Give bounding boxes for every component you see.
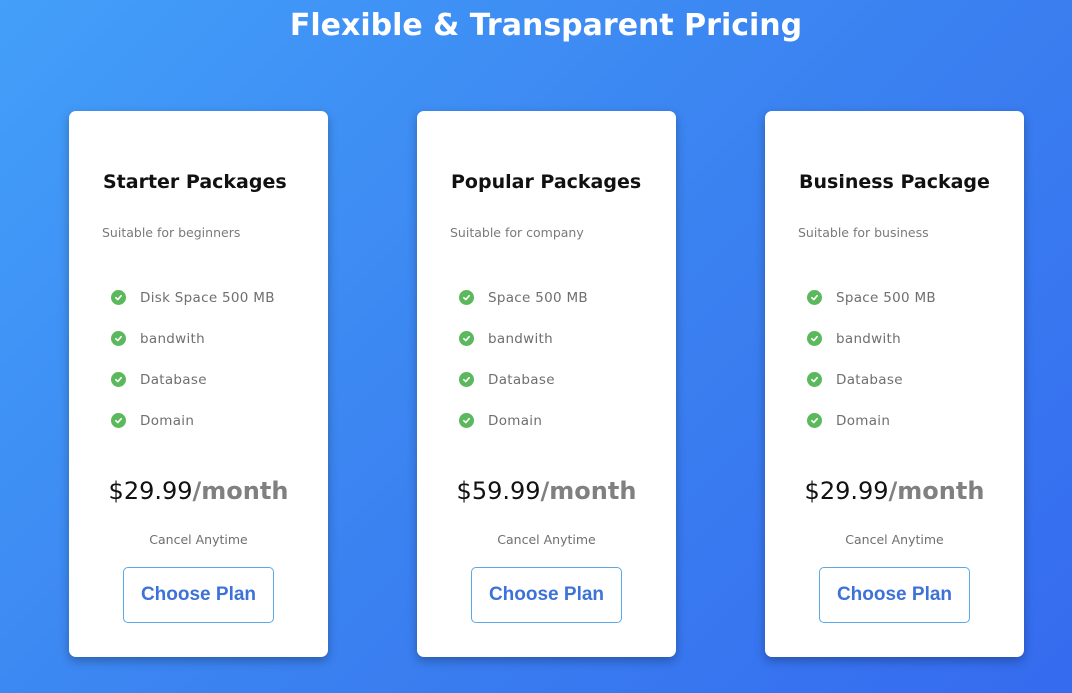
check-circle-icon xyxy=(459,413,474,428)
plan-description: Suitable for beginners xyxy=(102,225,241,240)
check-circle-icon xyxy=(807,413,822,428)
feature-item: bandwith xyxy=(807,318,936,359)
feature-item: Space 500 MB xyxy=(459,277,588,318)
feature-list: Disk Space 500 MB bandwith Database Doma… xyxy=(111,277,275,441)
feature-list: Space 500 MB bandwith Database Domain xyxy=(459,277,588,441)
feature-label: Domain xyxy=(836,412,891,429)
price-amount: $29.99 xyxy=(804,477,889,505)
feature-item: Space 500 MB xyxy=(807,277,936,318)
feature-item: Database xyxy=(807,359,936,400)
choose-plan-button[interactable]: Choose Plan xyxy=(123,567,274,623)
feature-item: bandwith xyxy=(459,318,588,359)
feature-item: bandwith xyxy=(111,318,275,359)
feature-item: Domain xyxy=(807,400,936,441)
price-amount: $29.99 xyxy=(108,477,193,505)
pricing-card-starter: Starter Packages Suitable for beginners … xyxy=(69,111,328,657)
cancel-note: Cancel Anytime xyxy=(845,532,944,547)
feature-item: Disk Space 500 MB xyxy=(111,277,275,318)
feature-label: Domain xyxy=(488,412,543,429)
check-circle-icon xyxy=(807,372,822,387)
feature-label: bandwith xyxy=(488,330,554,347)
check-circle-icon xyxy=(459,331,474,346)
plan-description: Suitable for business xyxy=(798,225,929,240)
pricing-card-popular: Popular Packages Suitable for company Sp… xyxy=(417,111,676,657)
check-circle-icon xyxy=(807,331,822,346)
check-circle-icon xyxy=(111,331,126,346)
feature-label: Space 500 MB xyxy=(836,289,936,306)
feature-item: Domain xyxy=(459,400,588,441)
choose-plan-button[interactable]: Choose Plan xyxy=(819,567,970,623)
price-period: /month xyxy=(888,477,985,505)
feature-label: Database xyxy=(836,371,903,388)
page-title: Flexible & Transparent Pricing xyxy=(289,8,803,43)
price-amount: $59.99 xyxy=(456,477,541,505)
feature-list: Space 500 MB bandwith Database Domain xyxy=(807,277,936,441)
plan-description: Suitable for company xyxy=(450,225,584,240)
feature-label: Space 500 MB xyxy=(488,289,588,306)
plan-name: Popular Packages xyxy=(451,171,642,193)
cancel-note: Cancel Anytime xyxy=(149,532,248,547)
price-period: /month xyxy=(540,477,637,505)
plan-price: $29.99/month xyxy=(69,477,328,505)
feature-label: Database xyxy=(140,371,207,388)
feature-label: Domain xyxy=(140,412,195,429)
cancel-note: Cancel Anytime xyxy=(497,532,596,547)
pricing-card-business: Business Package Suitable for business S… xyxy=(765,111,1024,657)
choose-plan-button[interactable]: Choose Plan xyxy=(471,567,622,623)
plan-price: $29.99/month xyxy=(765,477,1024,505)
feature-label: bandwith xyxy=(140,330,206,347)
feature-item: Domain xyxy=(111,400,275,441)
plan-name: Business Package xyxy=(799,171,990,193)
feature-item: Database xyxy=(111,359,275,400)
plan-name: Starter Packages xyxy=(103,171,287,193)
check-circle-icon xyxy=(807,290,822,305)
plan-price: $59.99/month xyxy=(417,477,676,505)
check-circle-icon xyxy=(111,372,126,387)
check-circle-icon xyxy=(459,372,474,387)
check-circle-icon xyxy=(459,290,474,305)
check-circle-icon xyxy=(111,290,126,305)
feature-label: Database xyxy=(488,371,555,388)
price-period: /month xyxy=(192,477,289,505)
feature-label: Disk Space 500 MB xyxy=(140,289,275,306)
feature-label: bandwith xyxy=(836,330,902,347)
check-circle-icon xyxy=(111,413,126,428)
feature-item: Database xyxy=(459,359,588,400)
